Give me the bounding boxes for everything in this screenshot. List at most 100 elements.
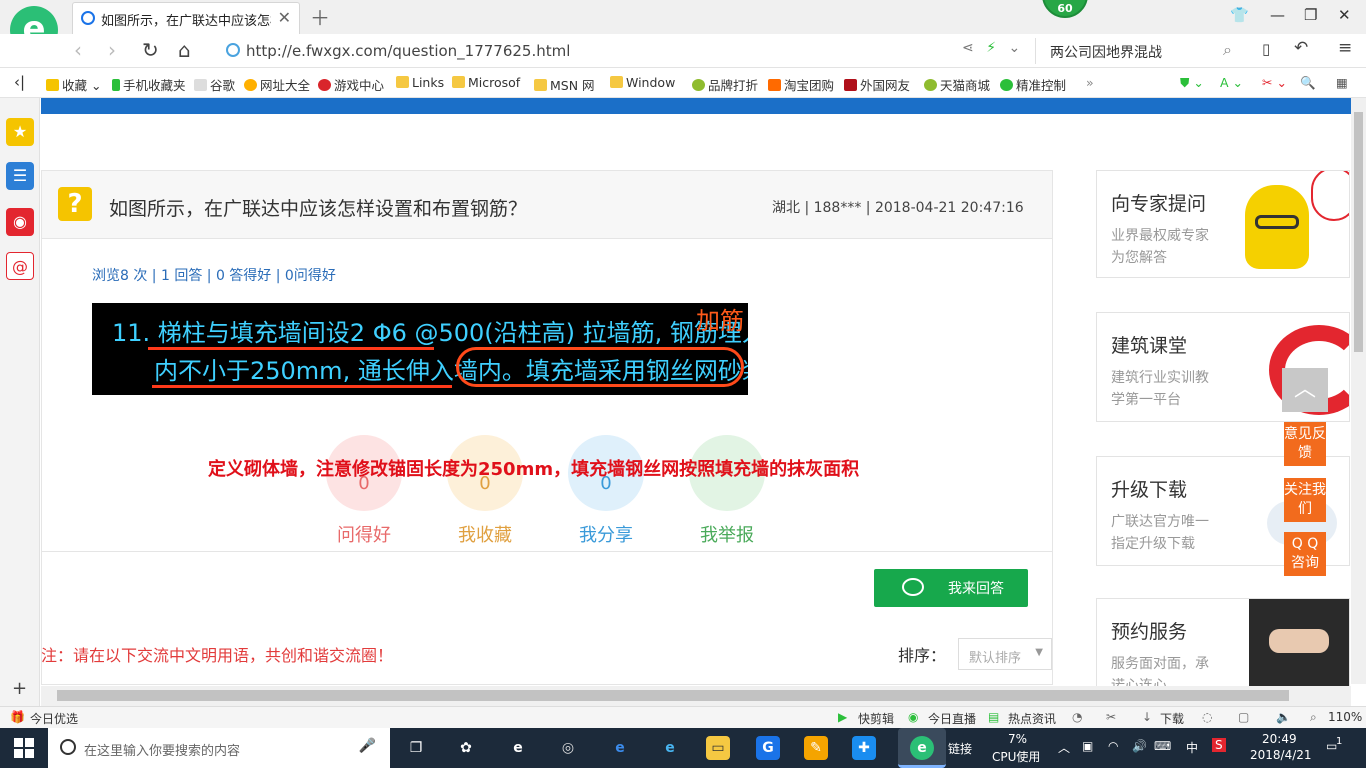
task-view-icon[interactable]: ❐ <box>404 736 428 760</box>
vertical-scrollbar[interactable] <box>1351 98 1366 684</box>
ime-indicator[interactable]: 中 <box>1186 739 1198 756</box>
window-icon[interactable]: ▢ <box>1238 710 1249 724</box>
notes-icon[interactable]: ✎ <box>804 736 828 760</box>
action-share[interactable]: 0 我分享 <box>568 435 644 547</box>
clock-time[interactable]: 20:49 <box>1262 732 1297 746</box>
answer-button[interactable]: 我来回答 <box>874 569 1028 607</box>
home-button[interactable]: ⌂ <box>178 38 191 62</box>
screenshot-icon[interactable]: ✂ ⌄ <box>1262 75 1287 90</box>
sogou-icon[interactable]: S <box>1212 738 1226 752</box>
tray-link-label[interactable]: 链接 <box>948 740 972 757</box>
more-bookmarks-icon[interactable]: » <box>1086 75 1094 90</box>
bookmark-item[interactable]: 天猫商城 <box>924 75 990 94</box>
cross-app-icon[interactable]: ✚ <box>852 736 876 760</box>
glodon-icon[interactable]: G <box>756 736 780 760</box>
bookmark-item[interactable]: 谷歌 <box>194 75 235 94</box>
undo-icon[interactable]: ↶ <box>1294 38 1308 58</box>
bookmark-item[interactable]: Window <box>610 75 675 90</box>
bookmark-item[interactable]: 网址大全 <box>244 75 310 94</box>
forward-button[interactable]: › <box>108 38 116 62</box>
speed-icon[interactable]: ◔ <box>1072 710 1082 724</box>
sort-select[interactable]: 默认排序 ▼ <box>958 638 1052 670</box>
mute-icon[interactable]: 🔈 <box>1276 710 1291 724</box>
app-swirl-icon[interactable]: ◎ <box>556 736 580 760</box>
bookmark-item[interactable]: 游戏中心 <box>318 75 384 94</box>
apps-grid-icon[interactable]: ▦ <box>1336 75 1348 90</box>
close-window-button[interactable]: ✕ <box>1338 6 1351 24</box>
volume-icon[interactable]: 🔊 <box>1132 739 1147 753</box>
question-stats[interactable]: 浏览8 次 | 1 回答 | 0 答得好 | 0问得好 <box>92 265 336 285</box>
taskbar-search[interactable]: 在这里输入你要搜索的内容 🎤 <box>48 728 390 768</box>
tray-app-icon[interactable]: ▣ <box>1082 739 1093 753</box>
favorites-star-icon[interactable]: ★ <box>6 118 34 146</box>
shirt-icon[interactable]: 👕 <box>1230 6 1249 24</box>
feedback-button[interactable]: 意见反馈 <box>1284 422 1326 466</box>
action-report[interactable]: 我举报 <box>689 435 765 547</box>
ask-expert-card[interactable]: 向专家提问 业界最权威专家 为您解答 <box>1096 170 1350 278</box>
keyboard-icon[interactable]: ⌨ <box>1154 739 1171 753</box>
360-browser-task[interactable]: e <box>898 728 946 768</box>
action-ask-good[interactable]: 0 问得好 <box>326 435 402 547</box>
search-icon[interactable]: ⌕ <box>1223 40 1232 60</box>
back-button[interactable]: ‹ <box>74 38 82 62</box>
reservation-card[interactable]: 预约服务 服务面对面，承 诺心连心 <box>1096 598 1350 688</box>
gift-icon[interactable]: 🎁 <box>10 710 25 724</box>
wifi-icon[interactable]: ◠ <box>1108 739 1118 753</box>
bookmark-item[interactable]: 手机收藏夹 <box>112 75 186 94</box>
bookmark-item[interactable]: 收藏 ⌄ <box>46 75 101 94</box>
file-explorer-icon[interactable]: ▭ <box>706 736 730 760</box>
close-tab-icon[interactable]: ✕ <box>278 8 291 27</box>
status-quick-edit[interactable]: 快剪辑 <box>858 710 894 727</box>
mobile-icon[interactable]: ▯ <box>1262 40 1270 58</box>
clean-icon[interactable]: ◌ <box>1202 710 1212 724</box>
tray-chevron-icon[interactable]: ︿ <box>1058 739 1070 756</box>
qq-consult-button[interactable]: Q Q 咨询 <box>1284 532 1326 576</box>
bookmark-item[interactable]: 外国网友 <box>844 75 910 94</box>
search-box[interactable]: 两公司因地界混战 ⌕ <box>1040 38 1240 64</box>
bookmark-item[interactable]: 淘宝团购 <box>768 75 834 94</box>
shield-icon[interactable]: ⛊ ⌄ <box>1180 75 1204 91</box>
bookmark-item[interactable]: Links <box>396 75 444 90</box>
share-icon[interactable]: ⋖ <box>962 40 974 56</box>
ie-blue-icon[interactable]: e <box>658 736 682 760</box>
horizontal-scrollbar[interactable] <box>41 686 1351 706</box>
app-fan-icon[interactable]: ✿ <box>454 736 478 760</box>
question-image[interactable]: 11. 梯柱与填充墙间设2 Φ6 @500(沿柱高) 拉墙筋, 钢筋埋入柱 内不… <box>92 303 748 395</box>
microphone-icon[interactable]: 🎤 <box>359 738 376 754</box>
bookmark-item[interactable]: MSN 网 <box>534 75 595 94</box>
maximize-button[interactable]: ❐ <box>1304 6 1317 24</box>
scrollbar-thumb[interactable] <box>1354 112 1363 352</box>
refresh-button[interactable]: ↻ <box>142 38 159 62</box>
tools-icon[interactable]: ✂ <box>1106 710 1116 724</box>
action-favorite[interactable]: 0 我收藏 <box>447 435 523 547</box>
weibo-icon[interactable]: ◉ <box>6 208 34 236</box>
browser-tab[interactable]: 如图所示，在广联达中应该怎样设置和布置钢筋？ ✕ <box>72 2 300 34</box>
lightning-icon[interactable]: ⚡ <box>986 40 996 56</box>
score-badge[interactable]: 60 <box>1042 0 1088 18</box>
chevron-down-icon[interactable]: ⌄ <box>1008 40 1020 56</box>
clock-date[interactable]: 2018/4/21 <box>1250 748 1312 762</box>
scrollbar-thumb[interactable] <box>57 690 1289 701</box>
status-download[interactable]: 下载 <box>1160 710 1184 727</box>
menu-icon[interactable]: ≡ <box>1338 38 1352 58</box>
windows-start-icon[interactable] <box>14 738 34 758</box>
sidebar-toggle-icon[interactable]: ‹| <box>14 73 25 91</box>
status-news[interactable]: 热点资讯 <box>1008 710 1056 727</box>
url-field[interactable]: http://e.fwxgx.com/question_1777625.html <box>220 38 1036 64</box>
follow-us-button[interactable]: 关注我们 <box>1284 478 1326 522</box>
bookmark-item[interactable]: Microsof <box>452 75 520 90</box>
taskbar-search-input[interactable]: 在这里输入你要搜索的内容 <box>84 740 240 759</box>
bookmark-item[interactable]: 品牌打折 <box>692 75 758 94</box>
status-today-picks[interactable]: 今日优选 <box>30 710 78 727</box>
search-input[interactable]: 两公司因地界混战 <box>1050 42 1162 62</box>
new-tab-button[interactable]: ＋ <box>310 2 330 31</box>
magnifier-icon[interactable]: 🔍 <box>1300 75 1316 91</box>
translate-icon[interactable]: A ⌄ <box>1220 75 1243 90</box>
edge-icon[interactable]: e <box>506 736 530 760</box>
zoom-level[interactable]: 110% <box>1328 710 1362 724</box>
email-icon[interactable]: @ <box>6 252 34 280</box>
reader-icon[interactable]: ☰ <box>6 162 34 190</box>
ie-icon[interactable]: e <box>608 736 632 760</box>
status-live[interactable]: 今日直播 <box>928 710 976 727</box>
back-to-top-icon[interactable]: ︿ <box>1282 368 1328 412</box>
